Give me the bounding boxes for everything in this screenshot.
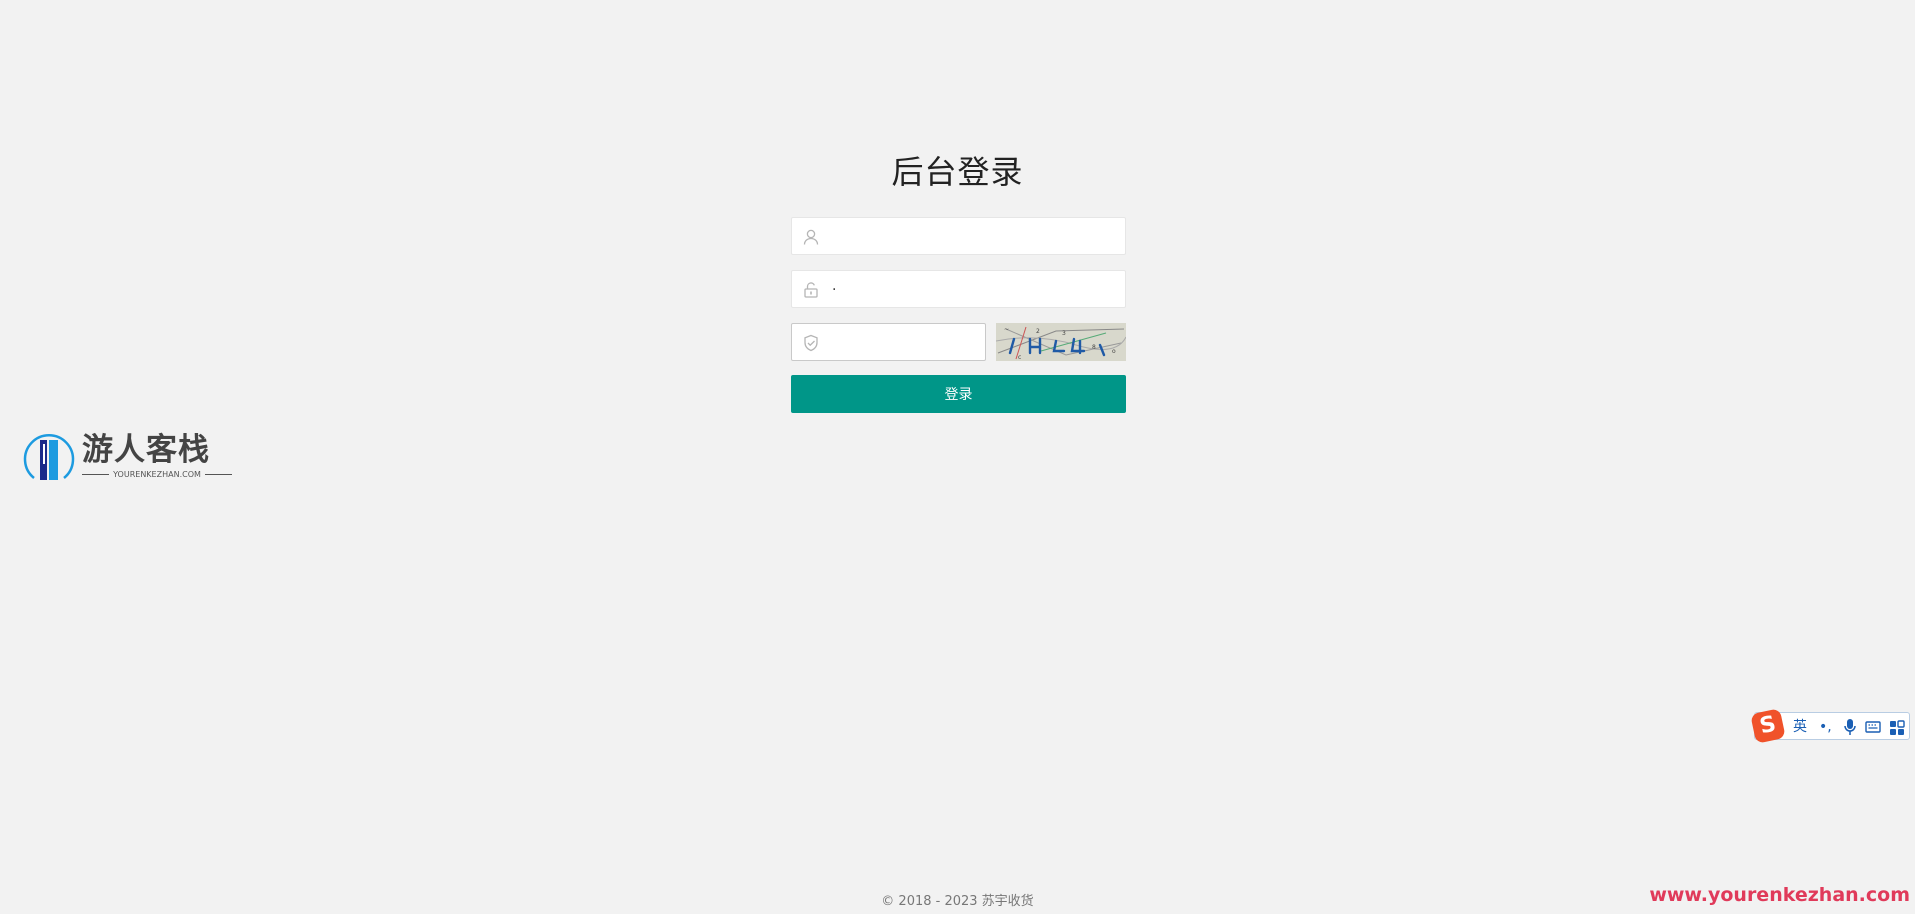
captcha-image[interactable]: ~2 3 8 o c bbox=[996, 323, 1126, 361]
captcha-input[interactable] bbox=[830, 324, 979, 362]
svg-text:2: 2 bbox=[1036, 328, 1040, 335]
svg-text:~: ~ bbox=[1004, 326, 1009, 333]
ime-mode-toggle[interactable]: 英 bbox=[1793, 718, 1807, 736]
login-button[interactable]: 登录 bbox=[791, 375, 1126, 413]
footer-copyright: © 2018 - 2023 苏宇收货 bbox=[881, 894, 1034, 909]
user-icon bbox=[802, 228, 820, 246]
password-field[interactable] bbox=[791, 270, 1126, 309]
username-input[interactable] bbox=[830, 218, 1119, 256]
username-field[interactable] bbox=[791, 217, 1126, 256]
unlock-icon bbox=[802, 281, 820, 299]
divider bbox=[82, 474, 110, 475]
watermark-url: www.yourenkezhan.com bbox=[1649, 884, 1910, 906]
building-logo-icon bbox=[22, 430, 76, 484]
svg-text:o: o bbox=[1112, 348, 1116, 355]
brand-name: 游人客栈 bbox=[82, 432, 210, 468]
divider bbox=[204, 474, 232, 475]
svg-text:8: 8 bbox=[1092, 344, 1096, 351]
microphone-icon[interactable] bbox=[1843, 718, 1857, 736]
page-title: 后台登录 bbox=[891, 153, 1024, 192]
toolbox-icon[interactable] bbox=[1889, 718, 1905, 736]
keyboard-icon[interactable] bbox=[1865, 718, 1881, 736]
ime-punct-toggle[interactable]: •, bbox=[1819, 718, 1832, 736]
svg-text:3: 3 bbox=[1062, 330, 1066, 337]
brand-domain-row: YOURENKEZHAN.COM bbox=[82, 470, 232, 479]
sogou-logo-icon[interactable]: S bbox=[1750, 708, 1786, 744]
brand-domain: YOURENKEZHAN.COM bbox=[113, 470, 201, 479]
shield-check-icon bbox=[802, 334, 820, 352]
captcha-field[interactable] bbox=[791, 323, 986, 362]
password-input[interactable] bbox=[830, 271, 1119, 309]
brand-logo: 游人客栈 YOURENKEZHAN.COM bbox=[22, 430, 232, 484]
svg-text:c: c bbox=[1018, 354, 1021, 361]
ime-toolbar[interactable]: S 英 •, bbox=[1750, 708, 1910, 744]
